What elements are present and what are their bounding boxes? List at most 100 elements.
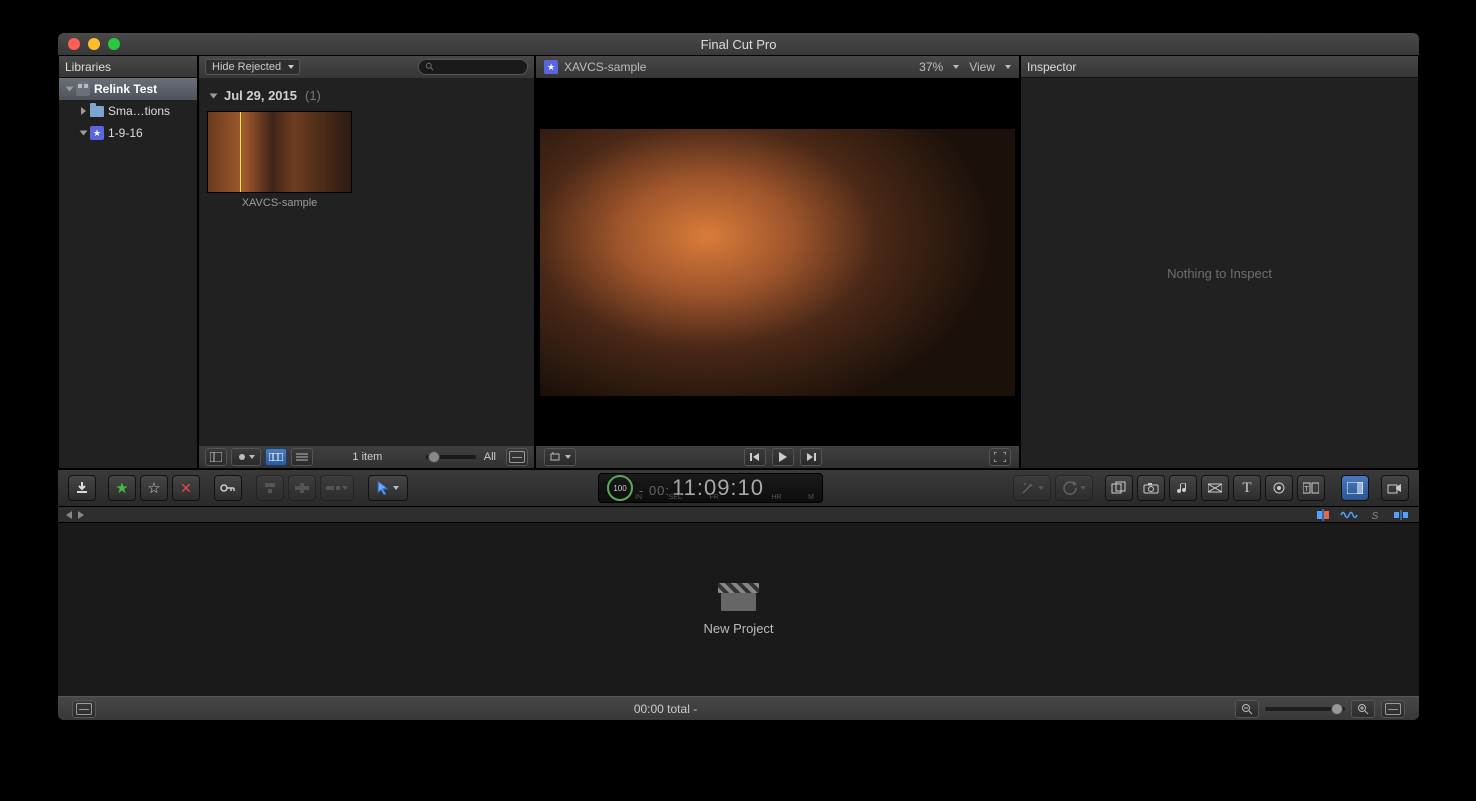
zoom-out-button[interactable] <box>1235 700 1259 718</box>
zoom-all-label: All <box>484 451 496 463</box>
clip-appearance-button[interactable] <box>1381 700 1405 718</box>
window-controls <box>58 38 120 50</box>
timeline-index-button[interactable] <box>72 700 96 718</box>
timecode-display[interactable]: 100 - 00: 11:09:10 INSECFRHRM <box>598 473 823 503</box>
connect-clip-button[interactable] <box>256 475 284 501</box>
insert-clip-button[interactable] <box>288 475 316 501</box>
clip-item[interactable]: XAVCS-sample <box>207 111 352 209</box>
timeline-area[interactable]: New Project <box>58 523 1419 696</box>
inspector-pane: Inspector Nothing to Inspect <box>1020 55 1419 469</box>
retime-menu-button[interactable] <box>1055 475 1093 501</box>
music-icon <box>1177 481 1189 495</box>
folder-icon <box>90 106 104 117</box>
reject-button[interactable]: ✕ <box>172 475 200 501</box>
keyword-button[interactable] <box>214 475 242 501</box>
timeline-history-bar: S <box>58 507 1419 523</box>
close-window-button[interactable] <box>68 38 80 50</box>
skimming-toggle[interactable] <box>1313 509 1333 521</box>
clip-name: XAVCS-sample <box>207 197 352 209</box>
share-icon <box>1387 482 1403 494</box>
fullscreen-button[interactable] <box>989 448 1011 466</box>
photos-browser-button[interactable] <box>1137 475 1165 501</box>
chevron-down-icon[interactable] <box>953 65 959 69</box>
video-frame <box>540 129 1015 396</box>
share-button[interactable] <box>1381 475 1409 501</box>
tree-label: Relink Test <box>94 82 157 96</box>
transitions-browser-button[interactable] <box>1201 475 1229 501</box>
view-menu[interactable]: View <box>969 60 995 74</box>
libraries-tree: Relink Test Sma…tions ★ 1-9-16 <box>59 78 197 468</box>
effects-browser-button[interactable] <box>1105 475 1133 501</box>
toggle-filmstrip-button[interactable] <box>205 448 227 466</box>
inspector-empty: Nothing to Inspect <box>1021 78 1418 468</box>
go-to-end-button[interactable] <box>800 448 822 466</box>
themes-browser-button[interactable]: T <box>1297 475 1325 501</box>
viewer-pane: ★ XAVCS-sample 37% View <box>535 55 1020 469</box>
tool-selector[interactable] <box>368 475 408 501</box>
key-icon <box>220 481 236 495</box>
snapping-toggle[interactable] <box>1391 509 1411 521</box>
browser-body[interactable]: Jul 29, 2015 (1) XAVCS-sample <box>199 78 534 446</box>
unrate-button[interactable]: ☆ <box>140 475 168 501</box>
thumbnail-zoom-slider[interactable] <box>426 455 476 459</box>
clip-appearance-toggle[interactable] <box>506 448 528 466</box>
import-button[interactable] <box>68 475 96 501</box>
background-tasks-gauge[interactable]: 100 <box>607 475 633 501</box>
inspector-toggle-button[interactable] <box>1341 475 1369 501</box>
solo-toggle[interactable]: S <box>1365 509 1385 521</box>
library-icon <box>76 82 90 96</box>
viewer-zoom-value[interactable]: 37% <box>919 60 943 74</box>
app-window: Final Cut Pro Libraries Relink Test Sma…… <box>58 33 1419 720</box>
timeline-zoom-slider[interactable] <box>1265 707 1345 711</box>
zoom-window-button[interactable] <box>108 38 120 50</box>
viewer-clip-title: XAVCS-sample <box>564 60 646 74</box>
filter-dropdown[interactable]: Hide Rejected <box>205 59 300 75</box>
libraries-pane: Libraries Relink Test Sma…tions ★ <box>58 55 198 469</box>
tree-label: 1-9-16 <box>108 126 143 140</box>
disclosure-triangle-icon[interactable] <box>80 131 88 136</box>
minimize-window-button[interactable] <box>88 38 100 50</box>
disclosure-triangle-icon[interactable] <box>81 107 86 115</box>
list-view-button[interactable] <box>291 448 313 466</box>
tree-item-event[interactable]: ★ 1-9-16 <box>59 122 197 144</box>
inspector-icon <box>1347 482 1363 494</box>
transitions-icon <box>1208 482 1222 494</box>
inspector-header: Inspector <box>1021 56 1418 78</box>
event-icon: ★ <box>544 60 558 74</box>
filmstrip-view-button[interactable] <box>265 448 287 466</box>
tree-item-folder[interactable]: Sma…tions <box>59 100 197 122</box>
favorite-button[interactable]: ★ <box>108 475 136 501</box>
timeline-back-button[interactable] <box>66 511 72 519</box>
transform-menu-button[interactable] <box>544 448 576 466</box>
viewer-header: ★ XAVCS-sample 37% View <box>536 56 1019 78</box>
audio-skimming-toggle[interactable] <box>1339 509 1359 521</box>
browser-pane: Hide Rejected Jul 29, 2015 (1) XAVCS-sam… <box>198 55 535 469</box>
enhance-menu-button[interactable] <box>1013 475 1051 501</box>
timeline-forward-button[interactable] <box>78 511 84 519</box>
music-browser-button[interactable] <box>1169 475 1197 501</box>
libraries-header: Libraries <box>59 56 197 78</box>
clip-group-header[interactable]: Jul 29, 2015 (1) <box>207 88 526 103</box>
tree-item-library[interactable]: Relink Test <box>59 78 197 100</box>
generators-browser-button[interactable] <box>1265 475 1293 501</box>
go-to-start-button[interactable] <box>744 448 766 466</box>
titlebar: Final Cut Pro <box>58 33 1419 55</box>
generators-icon <box>1272 481 1286 495</box>
zoom-in-button[interactable] <box>1351 700 1375 718</box>
play-button[interactable] <box>772 448 794 466</box>
themes-icon: T <box>1303 482 1319 494</box>
append-clip-button[interactable] <box>320 475 354 501</box>
search-field[interactable] <box>418 59 528 75</box>
viewer-canvas[interactable] <box>536 78 1019 446</box>
chevron-down-icon[interactable] <box>1005 65 1011 69</box>
timeline-duration: 00:00 total - <box>96 702 1235 716</box>
titles-browser-button[interactable]: T <box>1233 475 1261 501</box>
effects-icon <box>1111 481 1127 495</box>
disclosure-triangle-icon[interactable] <box>210 93 218 98</box>
clip-thumbnail[interactable] <box>207 111 352 193</box>
disclosure-triangle-icon[interactable] <box>66 87 74 92</box>
clip-appearance-button[interactable] <box>231 448 261 466</box>
list-icon <box>296 453 308 461</box>
appearance-icon <box>509 451 525 463</box>
new-project-label[interactable]: New Project <box>703 621 773 636</box>
